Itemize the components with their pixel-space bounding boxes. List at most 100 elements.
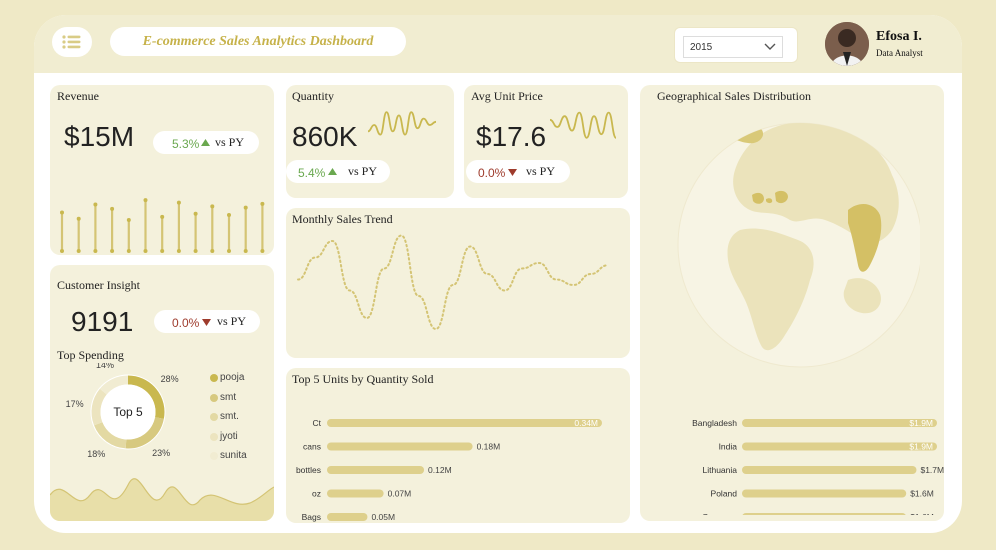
bar [742, 442, 937, 451]
revenue-bar-base [227, 249, 231, 253]
customer-change-pill: 0.0% vs PY [154, 310, 260, 333]
bar-value: $1.6M [910, 489, 934, 499]
dashboard-title: E-commerce Sales Analytics Dashboard [142, 33, 374, 49]
revenue-bar-cap [126, 218, 131, 222]
customer-vs-label: vs PY [217, 314, 247, 328]
revenue-bar-cap [193, 211, 198, 216]
avg-price-spark-line [549, 111, 617, 139]
bar [327, 489, 384, 498]
top-units-bar-chart: Ct 0.34M cans 0.18M bottles 0.12M oz 0.07M Bags 0… [296, 418, 602, 522]
globe-map [677, 122, 920, 368]
avg-price-value: $17.6 [476, 121, 547, 152]
revenue-bar-base [176, 249, 181, 253]
revenue-bar-cap [110, 206, 115, 211]
revenue-bars-chart [60, 198, 265, 253]
revenue-bar-cap [76, 216, 81, 221]
bar-label: Bags [302, 512, 321, 522]
revenue-change-pill: 5.3% vs PY [153, 131, 259, 154]
bar [327, 419, 602, 427]
bar-value: 0.12M [428, 465, 452, 475]
bar [742, 489, 907, 498]
bar-value: 0.18M [477, 442, 501, 452]
arrow-down-icon [508, 169, 517, 176]
revenue-bar-base [193, 249, 198, 253]
quantity-vs-label: vs PY [348, 164, 378, 178]
bar-label: bottles [296, 465, 321, 475]
bar-value: 0.34M [574, 418, 598, 428]
revenue-bar-base [126, 249, 131, 253]
revenue-card: Revenue $15M 5.3% vs PY [50, 85, 274, 255]
legend-dot [210, 374, 218, 382]
revenue-bar-cap [243, 205, 248, 210]
bar [327, 442, 473, 451]
legend-label: smt [220, 391, 237, 403]
dashboard-frame: E-commerce Sales Analytics Dashboard 201… [34, 15, 962, 533]
bar-value: 0.05M [371, 512, 395, 522]
revenue-bar-base [93, 249, 98, 253]
revenue-title: Revenue [57, 89, 99, 103]
bar-label: Lithuania [702, 465, 737, 475]
dashboard-title-pill: E-commerce Sales Analytics Dashboard [110, 27, 406, 56]
bar-value: $1.6M [910, 512, 934, 515]
bar-label: Germany [702, 512, 738, 515]
year-value: 2015 [690, 42, 713, 53]
revenue-bar-cap [60, 210, 64, 215]
bar-value: 0.07M [388, 489, 412, 499]
bar-label: Ct [313, 418, 322, 428]
bar-label: India [719, 442, 738, 452]
revenue-bar-cap [210, 204, 215, 209]
quantity-change: 5.4% [298, 166, 326, 180]
bar [742, 419, 937, 427]
avg-price-vs-label: vs PY [526, 164, 556, 178]
legend-dot [210, 413, 218, 421]
revenue-value: $15M [64, 121, 135, 152]
geo-card: Geographical Sales Distribution Banglade… [640, 85, 944, 521]
year-slicer: 2015 [674, 27, 798, 63]
bar [327, 466, 425, 474]
arrow-up-icon [201, 139, 210, 146]
header-bar: E-commerce Sales Analytics Dashboard 201… [34, 15, 962, 73]
arrow-up-icon [328, 168, 337, 175]
bar-label: Poland [711, 489, 738, 499]
customer-change: 0.0% [172, 316, 200, 330]
bar-label: cans [303, 442, 321, 452]
revenue-bar-cap [160, 214, 165, 219]
legend-dot [210, 393, 218, 402]
customer-wave-decor [50, 478, 274, 521]
avg-price-title: Avg Unit Price [471, 89, 543, 103]
legend-dot [210, 432, 218, 441]
arrow-down-icon [202, 319, 211, 326]
avg-price-change: 0.0% [478, 166, 506, 180]
revenue-bar-base [76, 249, 81, 253]
legend-label: sunita [220, 450, 247, 461]
menu-button[interactable] [52, 27, 92, 57]
year-dropdown[interactable]: 2015 [683, 36, 783, 58]
user-photo-icon [825, 22, 869, 66]
quantity-spark-line [367, 111, 437, 136]
user-name: Efosa I. [876, 29, 922, 44]
customer-insight-title: Customer Insight [57, 278, 140, 292]
bar [742, 513, 906, 515]
bar [742, 466, 917, 474]
legend-label: jyoti [220, 430, 238, 442]
monthly-trend-card: Monthly Sales Trend [286, 208, 630, 358]
legend-label: pooja [220, 372, 245, 383]
revenue-vs-label: vs PY [215, 135, 245, 149]
revenue-bar-cap [93, 202, 98, 207]
revenue-bar-cap [143, 198, 148, 203]
monthly-trend-chart [297, 234, 609, 331]
monthly-trend-line [297, 234, 609, 331]
donut-pct-label: 23% [152, 448, 170, 458]
revenue-bar-base [160, 249, 165, 253]
bar [327, 513, 368, 521]
avg-price-card: Avg Unit Price $17.6 0.0% vs PY [464, 85, 628, 198]
geo-title: Geographical Sales Distribution [657, 89, 811, 103]
donut-pct-label: 14% [96, 363, 114, 370]
revenue-bar-base [210, 249, 215, 253]
user-role: Data Analyst [876, 48, 923, 58]
customer-count: 9191 [71, 306, 134, 337]
donut-pct-label: 28% [161, 374, 179, 384]
bar-value: $1.7M [920, 465, 944, 475]
revenue-bar-base [60, 249, 64, 253]
bar-label: oz [312, 489, 321, 499]
